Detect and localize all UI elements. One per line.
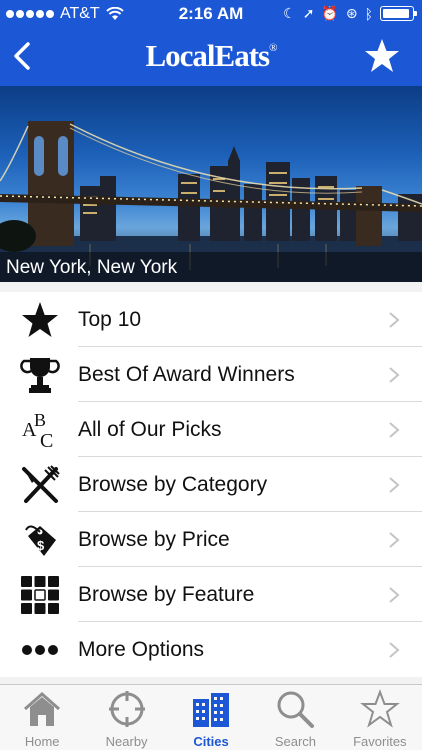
- tab-label: Cities: [193, 734, 229, 749]
- hero-caption: New York, New York: [0, 252, 422, 282]
- tab-label: Nearby: [105, 734, 148, 749]
- tab-label: Favorites: [353, 734, 407, 749]
- menu-item-browse-by-feature[interactable]: Browse by Feature: [0, 567, 422, 622]
- menu-item-label: More Options: [78, 637, 205, 661]
- app-header: AT&T 2:16 AM ☾ ➚ ⏰ ⊛ ᛒ LocalEats®: [0, 0, 422, 86]
- abc-icon: A B C: [18, 408, 62, 452]
- tab-favorites[interactable]: Favorites: [338, 685, 422, 750]
- chevron-right-icon: [389, 532, 400, 548]
- trophy-icon: [18, 353, 62, 397]
- alarm-icon: ⏰: [321, 5, 339, 21]
- fork-knife-icon: [18, 463, 62, 507]
- tab-label: Search: [274, 734, 317, 749]
- tab-cities[interactable]: Cities: [169, 685, 253, 750]
- status-bar: AT&T 2:16 AM ☾ ➚ ⏰ ⊛ ᛒ: [0, 0, 422, 28]
- star-outline-icon: [359, 689, 400, 728]
- menu-item-label: Browse by Category: [78, 472, 268, 496]
- menu-item-label: Browse by Price: [78, 527, 230, 551]
- tab-search[interactable]: Search: [253, 685, 337, 750]
- app-logo: LocalEats®: [145, 38, 278, 73]
- location-arrow-icon: ➚: [302, 5, 315, 21]
- svg-text:B: B: [34, 410, 46, 430]
- price-tag-icon: $: [18, 518, 62, 562]
- bluetooth-icon: ᛒ: [364, 5, 373, 22]
- star-icon: [18, 298, 62, 342]
- menu-item-label: Best Of Award Winners: [78, 362, 295, 386]
- tab-bar: Home Nearby Cities Search Favorites: [0, 684, 422, 750]
- menu-item-more-options[interactable]: More Options: [0, 622, 422, 677]
- crosshair-icon: [108, 691, 145, 727]
- status-right: ☾ ➚ ⏰ ⊛ ᛒ: [283, 5, 417, 22]
- home-icon: [24, 691, 61, 726]
- menu-item-label: All of Our Picks: [78, 417, 222, 441]
- chevron-right-icon: [389, 477, 400, 493]
- battery-icon: [380, 6, 417, 21]
- menu-item-browse-by-category[interactable]: Browse by Category: [0, 457, 422, 512]
- menu-item-label: Top 10: [78, 307, 142, 331]
- menu-item-top-10[interactable]: Top 10: [0, 292, 422, 347]
- tab-nearby[interactable]: Nearby: [84, 685, 168, 750]
- options-list: Top 10 Best Of Award Winners A B C All o…: [0, 292, 422, 677]
- chevron-right-icon: [389, 422, 400, 438]
- screen-lock-icon: ⊛: [345, 5, 358, 21]
- tab-home[interactable]: Home: [0, 685, 84, 750]
- tab-label: Home: [24, 734, 60, 749]
- buildings-icon: [193, 693, 230, 727]
- chevron-right-icon: [389, 587, 400, 603]
- city-hero-image: New York, New York: [0, 86, 422, 282]
- svg-text:$: $: [37, 538, 45, 553]
- chevron-right-icon: [389, 312, 400, 328]
- grid-icon: [18, 573, 62, 617]
- menu-item-browse-by-price[interactable]: $ Browse by Price: [0, 512, 422, 567]
- favorite-star-icon[interactable]: [362, 36, 402, 76]
- menu-item-best-of-award-winners[interactable]: Best Of Award Winners: [0, 347, 422, 402]
- menu-item-label: Browse by Feature: [78, 582, 255, 606]
- more-icon: [18, 628, 62, 672]
- chevron-right-icon: [389, 367, 400, 383]
- magnifier-icon: [277, 691, 315, 728]
- moon-icon: ☾: [283, 5, 296, 21]
- svg-text:C: C: [40, 430, 53, 450]
- chevron-right-icon: [389, 642, 400, 658]
- menu-item-all-of-our-picks[interactable]: A B C All of Our Picks: [0, 402, 422, 457]
- nav-bar: LocalEats®: [0, 28, 422, 86]
